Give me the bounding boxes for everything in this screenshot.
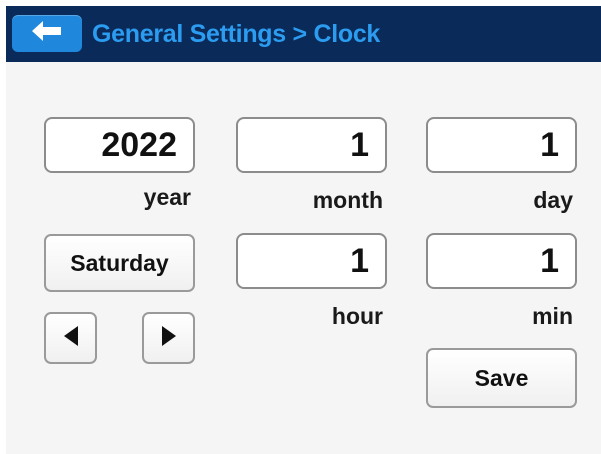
back-button[interactable] xyxy=(12,15,82,52)
title-bar: General Settings > Clock xyxy=(6,6,601,62)
weekday-button[interactable]: Saturday xyxy=(44,234,195,292)
next-day-button[interactable] xyxy=(142,312,195,364)
min-field[interactable]: 1 xyxy=(426,233,577,289)
triangle-right-icon xyxy=(160,325,178,352)
hour-field[interactable]: 1 xyxy=(236,233,387,289)
hour-label: hour xyxy=(331,303,383,329)
min-label: min xyxy=(532,303,573,329)
year-label: year xyxy=(143,184,191,210)
prev-day-button[interactable] xyxy=(44,312,97,364)
month-field[interactable]: 1 xyxy=(236,117,387,173)
year-field[interactable]: 2022 xyxy=(44,117,195,173)
month-label: month xyxy=(312,187,383,213)
arrow-left-icon xyxy=(30,20,64,47)
save-button[interactable]: Save xyxy=(426,348,577,408)
day-label: day xyxy=(533,187,573,213)
clock-settings-screen: General Settings > Clock 2022 year 1 mon… xyxy=(6,6,601,454)
triangle-left-icon xyxy=(62,325,80,352)
page-title: General Settings > Clock xyxy=(92,20,381,48)
day-field[interactable]: 1 xyxy=(426,117,577,173)
